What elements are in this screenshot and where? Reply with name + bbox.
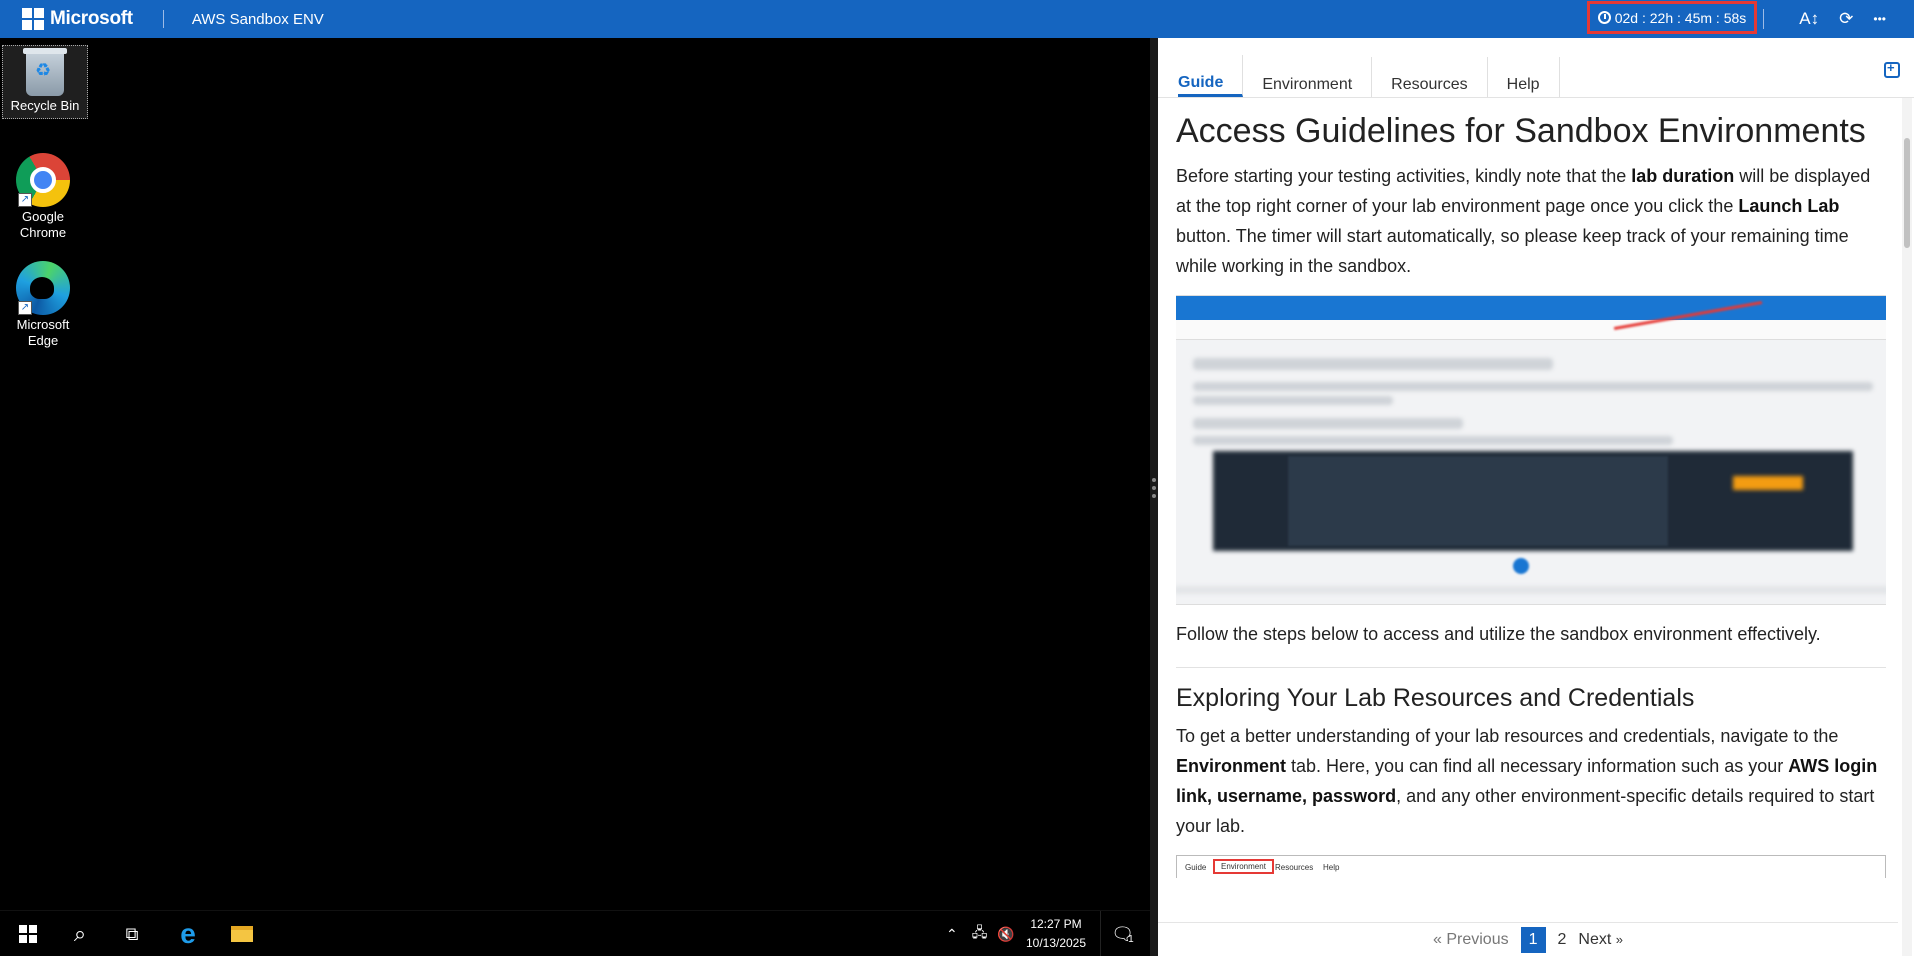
internet-explorer-icon: e <box>180 918 196 949</box>
clock-icon <box>1597 11 1611 24</box>
desktop-icon-label: Google Chrome <box>19 209 67 240</box>
mini-tab-label: Help <box>1323 863 1340 872</box>
divider <box>1176 667 1886 668</box>
edge-icon: ↗ <box>16 261 70 315</box>
mini-tab-label: Guide <box>1185 863 1207 872</box>
notification-count: 1 <box>1128 933 1134 945</box>
guide-tabs: Guide Environment Resources Help <box>1158 38 1914 98</box>
search-icon: ⌕ <box>73 921 87 946</box>
section-heading: Exploring Your Lab Resources and Credent… <box>1176 684 1695 712</box>
file-explorer-button[interactable] <box>222 911 262 956</box>
more-options-icon[interactable]: ••• <box>1873 12 1886 26</box>
tab-resources[interactable]: Resources <box>1372 57 1488 97</box>
font-size-icon[interactable]: A↕ <box>1799 9 1819 29</box>
tab-guide[interactable]: Guide <box>1178 55 1244 97</box>
timer-text: 02d : 22h : 45m : 58s <box>1614 9 1747 26</box>
chevron-up-icon[interactable]: ⌃ <box>946 926 958 943</box>
refresh-icon[interactable]: ⟳ <box>1839 9 1853 29</box>
tab-help[interactable]: Help <box>1488 57 1560 97</box>
top-bar: Microsoft AWS Sandbox ENV 02d : 22h : 45… <box>0 0 1914 38</box>
page-1-button[interactable]: 1 <box>1520 926 1546 953</box>
brand-name: Microsoft <box>50 8 133 29</box>
drag-handle-icon <box>1152 478 1156 502</box>
panel-splitter[interactable] <box>1150 38 1158 956</box>
section-paragraph: To get a better understanding of your la… <box>1176 726 1878 836</box>
next-page-link[interactable]: Next » <box>1578 931 1623 949</box>
start-button[interactable] <box>8 911 48 956</box>
page-2-button[interactable]: 2 <box>1558 931 1567 949</box>
lab-timer: 02d : 22h : 45m : 58s <box>1587 1 1757 34</box>
clock-date: 10/13/2025 <box>1025 936 1087 950</box>
microsoft-logo: Microsoft <box>22 8 133 30</box>
blurred-screenshot-image <box>1176 295 1886 605</box>
chrome-icon: ↗ <box>16 153 70 207</box>
environment-tab-screenshot: Guide Environment Resources Help <box>1176 855 1886 878</box>
scroll-thumb[interactable] <box>1904 138 1910 248</box>
desktop-icon-google-chrome[interactable]: ↗ Google Chrome <box>0 151 86 241</box>
windows-logo-icon <box>22 8 44 30</box>
notification-button[interactable]: 🗨 1 <box>1100 911 1144 956</box>
network-icon[interactable]: 🖧 <box>972 922 988 946</box>
taskbar-clock[interactable]: 12:27 PM 10/13/2025 <box>1016 915 1096 953</box>
app-title: AWS Sandbox ENV <box>191 10 324 28</box>
recycle-bin-icon <box>23 48 67 96</box>
scrollbar[interactable] <box>1902 98 1912 956</box>
mini-tab-label: Environment <box>1213 859 1274 874</box>
guide-content: Access Guidelines for Sandbox Environmen… <box>1176 108 1886 878</box>
folder-icon <box>231 926 253 942</box>
follow-paragraph: Follow the steps below to access and uti… <box>1176 624 1821 644</box>
pagination: « Previous 1 2 Next » <box>1158 922 1898 956</box>
desktop-icon-label: Microsoft Edge <box>16 317 70 348</box>
task-view-icon: ⧉ <box>125 923 139 944</box>
desktop-icon-label: Recycle Bin <box>10 98 80 113</box>
desktop-icon-microsoft-edge[interactable]: ↗ Microsoft Edge <box>0 259 86 349</box>
desktop: Recycle Bin ↗ Google Chrome ↗ Microsoft … <box>0 38 1150 910</box>
tab-environment[interactable]: Environment <box>1243 57 1373 97</box>
popout-icon[interactable] <box>1884 60 1900 78</box>
guide-panel: Guide Environment Resources Help Access … <box>1158 38 1914 956</box>
previous-page-link[interactable]: « Previous <box>1433 931 1509 949</box>
intro-paragraph: Before starting your testing activities,… <box>1176 166 1871 276</box>
volume-muted-icon[interactable]: 🔇 <box>997 926 1014 943</box>
desktop-icon-recycle-bin[interactable]: Recycle Bin <box>2 45 88 119</box>
internet-explorer-button[interactable]: e <box>168 911 208 956</box>
task-view-button[interactable]: ⧉ <box>112 911 152 956</box>
windows-start-icon <box>19 925 37 943</box>
shortcut-arrow-icon: ↗ <box>18 193 32 207</box>
mini-tab-label: Resources <box>1275 863 1314 872</box>
divider <box>1763 9 1764 29</box>
search-button[interactable]: ⌕ <box>60 911 100 956</box>
taskbar: ⌕ ⧉ e ⌃ 🖧 🔇 12:27 PM 10/13/2025 🗨 1 <box>0 910 1150 956</box>
shortcut-arrow-icon: ↗ <box>18 301 32 315</box>
divider <box>162 10 164 28</box>
page-title: Access Guidelines for Sandbox Environmen… <box>1176 112 1866 150</box>
clock-time: 12:27 PM <box>1030 917 1082 931</box>
